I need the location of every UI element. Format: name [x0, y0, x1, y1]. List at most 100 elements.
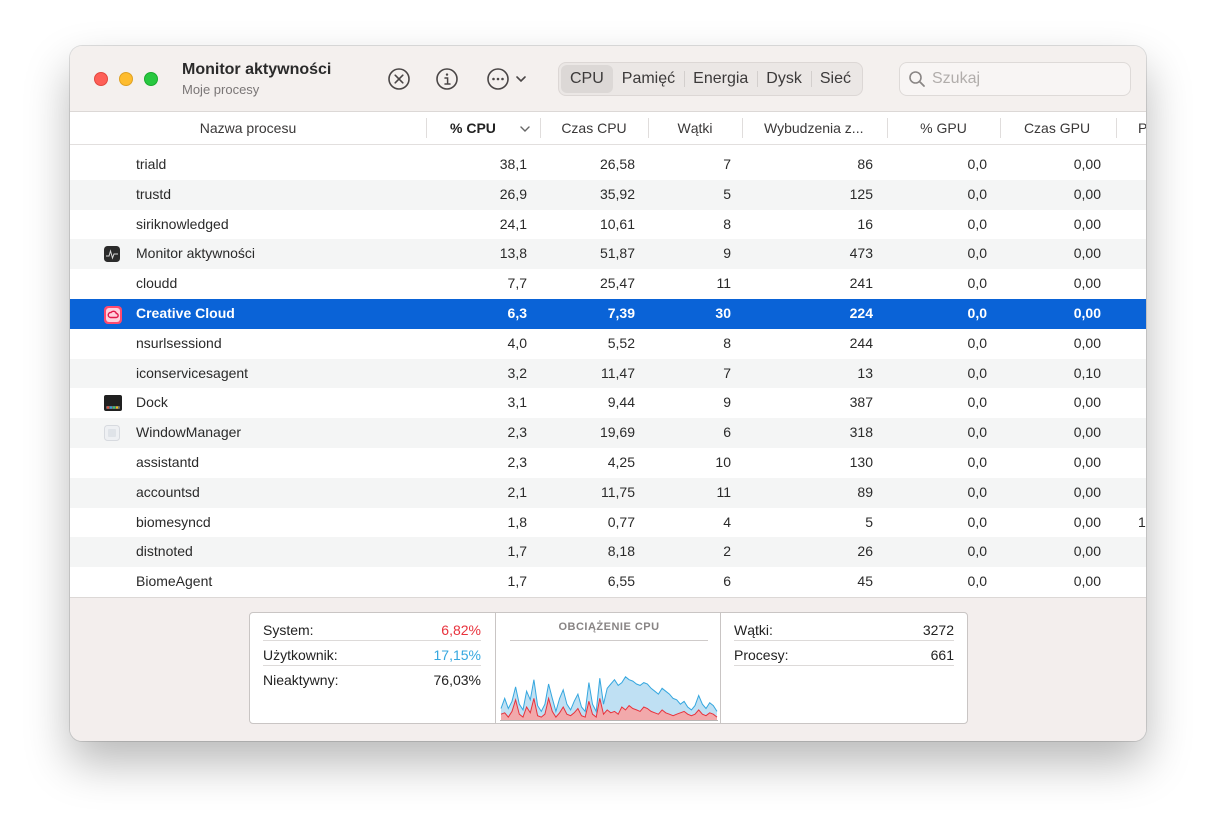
- threads-cell: 11: [716, 275, 731, 292]
- process-name-cell: assistantd: [136, 453, 200, 470]
- process-name-cell: cloudd: [136, 275, 178, 292]
- search-input[interactable]: [932, 69, 1122, 89]
- window-subtitle[interactable]: Moje procesy: [182, 82, 259, 97]
- gpu-cell: 0,0: [967, 513, 987, 530]
- table-header: Nazwa procesu % CPU Czas CPU Wątki Wybud…: [70, 112, 1146, 145]
- table-row[interactable]: Creative Cloud 6,3 7,39 30 224 0,0 0,00: [70, 298, 1146, 329]
- view-tabs: CPU Pamięć Energia Dysk Sieć: [558, 62, 863, 96]
- table-row[interactable]: nsurlsessiond 4,0 5,52 8 244 0,0 0,00: [70, 329, 1146, 359]
- column-header-cpu[interactable]: % CPU: [450, 112, 510, 145]
- cpu-time-cell: 0,77: [607, 513, 635, 530]
- table-row[interactable]: Monitor aktywności 13,8 51,87 9 473 0,0 0,00: [70, 239, 1146, 270]
- cpu-time-cell: 11,75: [601, 483, 635, 500]
- cpu-time-cell: 35,92: [599, 185, 635, 202]
- cpu-cell: 6,3: [507, 304, 527, 321]
- threads-cell: 9: [723, 245, 731, 262]
- processes-label: Procesy:: [734, 647, 789, 663]
- bottom-panel: System: 6,82% Użytkownik: 17,15% Nieakty…: [70, 597, 1146, 741]
- graph-divider: [510, 640, 708, 641]
- user-value: 17,15%: [433, 647, 481, 663]
- column-divider[interactable]: [426, 118, 427, 138]
- gpu-cell: 0,0: [967, 364, 987, 381]
- table-row[interactable]: accountsd 2,1 11,75 11 89 0,0 0,00: [70, 477, 1146, 508]
- tab-disk[interactable]: Dysk: [757, 65, 811, 93]
- wakeups-cell: 130: [849, 453, 873, 470]
- column-divider[interactable]: [742, 118, 743, 138]
- cpu-time-cell: 9,44: [607, 394, 635, 411]
- column-header-process-name[interactable]: Nazwa procesu: [70, 112, 426, 145]
- table-row[interactable]: cloudd 7,7 25,47 11 241 0,0 0,00: [70, 269, 1146, 299]
- close-window-button[interactable]: [94, 72, 108, 86]
- threads-cell: 9: [723, 394, 731, 411]
- table-row[interactable]: Dock 3,1 9,44 9 387 0,0 0,00: [70, 388, 1146, 418]
- cpu-cell: 4,0: [507, 334, 527, 351]
- system-stat: System: 6,82%: [263, 617, 481, 641]
- threads-cell: 6: [723, 424, 731, 441]
- cpu-load-chart: [500, 676, 718, 721]
- gpu-cell: 0,0: [967, 453, 987, 470]
- cpu-cell: 24,1: [499, 215, 527, 232]
- table-row[interactable]: trustd 26,9 35,92 5 125 0,0 0,00: [70, 179, 1146, 210]
- minimize-window-button[interactable]: [119, 72, 133, 86]
- column-header-threads[interactable]: Wątki: [648, 112, 742, 145]
- wakeups-cell: 45: [857, 573, 873, 590]
- cpu-cell: 38,1: [499, 156, 527, 172]
- process-name-cell: triald: [136, 156, 167, 172]
- threads-cell: 7: [723, 364, 731, 381]
- table-row[interactable]: BiomeAgent 1,7 6,55 6 45 0,0 0,00: [70, 567, 1146, 597]
- chevron-down-icon: [516, 76, 526, 83]
- threads-cell: 2: [723, 543, 731, 560]
- graph-title: OBCIĄŻENIE CPU: [558, 621, 660, 633]
- cpu-time-cell: 5,52: [607, 334, 635, 351]
- gpu-time-cell: 0,00: [1073, 275, 1101, 292]
- zoom-window-button[interactable]: [144, 72, 158, 86]
- process-name-cell: nsurlsessiond: [136, 334, 222, 351]
- column-header-truncated[interactable]: P: [1138, 112, 1146, 145]
- gpu-time-cell: 0,00: [1073, 245, 1101, 262]
- wakeups-cell: 26: [857, 543, 873, 560]
- column-header-idle-wakeups[interactable]: Wybudzenia z...: [764, 112, 882, 145]
- table-row[interactable]: WindowManager 2,3 19,69 6 318 0,0 0,00: [70, 418, 1146, 448]
- gpu-time-cell: 0,00: [1073, 513, 1101, 530]
- truncated-cell: 1: [1138, 513, 1146, 530]
- gpu-cell: 0,0: [967, 275, 987, 292]
- tab-memory[interactable]: Pamięć: [613, 65, 684, 93]
- threads-label: Wątki:: [734, 622, 773, 638]
- table-row[interactable]: assistantd 2,3 4,25 10 130 0,0 0,00: [70, 448, 1146, 478]
- cpu-time-cell: 26,58: [599, 156, 635, 172]
- table-row[interactable]: triald 38,1 26,58 7 86 0,0 0,00: [70, 150, 1146, 180]
- table-row[interactable]: siriknowledged 24,1 10,61 8 16 0,0 0,00: [70, 210, 1146, 240]
- cpu-cell: 1,7: [507, 543, 527, 560]
- toolbar: Monitor aktywności Moje procesy CPU Pami…: [70, 46, 1146, 112]
- gpu-time-cell: 0,10: [1073, 364, 1101, 381]
- wakeups-cell: 244: [849, 334, 873, 351]
- wakeups-cell: 5: [865, 513, 873, 530]
- inspect-process-button[interactable]: [434, 66, 460, 92]
- threads-cell: 4: [723, 513, 731, 530]
- system-value: 6,82%: [441, 622, 481, 638]
- process-name-cell: accountsd: [136, 483, 200, 500]
- tab-energy[interactable]: Energia: [684, 65, 757, 93]
- processes-value: 661: [930, 647, 954, 663]
- column-header-gpu[interactable]: % GPU: [887, 112, 1000, 145]
- gpu-time-cell: 0,00: [1073, 185, 1101, 202]
- activity-monitor-window: Monitor aktywności Moje procesy CPU Pami…: [70, 46, 1146, 741]
- processes-stat: Procesy: 661: [734, 642, 954, 666]
- tab-cpu[interactable]: CPU: [561, 65, 613, 93]
- table-row[interactable]: biomesyncd 1,8 0,77 4 5 0,0 0,00 1: [70, 508, 1146, 538]
- table-row[interactable]: iconservicesagent 3,2 11,47 7 13 0,0 0,10: [70, 358, 1146, 389]
- column-divider[interactable]: [1116, 118, 1117, 138]
- stop-process-button[interactable]: [386, 66, 412, 92]
- gpu-cell: 0,0: [967, 304, 987, 321]
- more-actions-button[interactable]: [484, 66, 530, 92]
- search-field[interactable]: [899, 62, 1131, 96]
- column-header-cpu-time[interactable]: Czas CPU: [540, 112, 648, 145]
- gpu-cell: 0,0: [967, 543, 987, 560]
- cpu-cell: 7,7: [507, 275, 527, 292]
- user-label: Użytkownik:: [263, 647, 338, 663]
- table-row[interactable]: distnoted 1,7 8,18 2 26 0,0 0,00: [70, 537, 1146, 568]
- info-icon: [436, 68, 458, 90]
- tab-network[interactable]: Sieć: [810, 65, 860, 93]
- sort-descending-icon[interactable]: [519, 123, 531, 135]
- column-header-gpu-time[interactable]: Czas GPU: [1000, 112, 1114, 145]
